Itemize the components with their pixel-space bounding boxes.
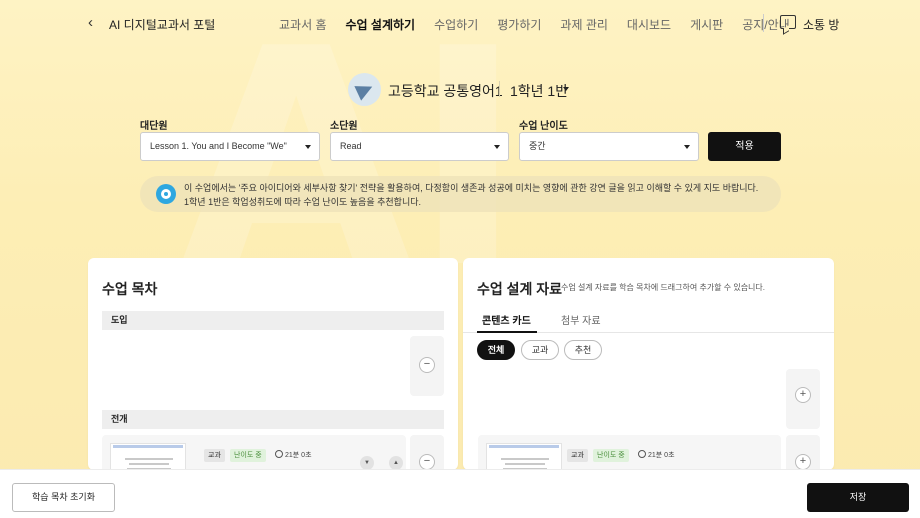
panel-title: 수업 목차	[102, 281, 158, 297]
unit-label: 대단원	[140, 121, 168, 132]
notice-line-1: 이 수업에서는 '주요 아이디어와 세부사항 찾기' 전략을 활용하여, 다정함…	[184, 183, 759, 193]
nav-item-evaluation[interactable]: 평가하기	[497, 16, 541, 33]
nav-item-lesson-design[interactable]: 수업 설계하기	[346, 16, 416, 33]
content-card[interactable]: 교과 난이도 중 21분 0초	[478, 435, 781, 470]
filter-chip-subject[interactable]: 교과	[521, 340, 559, 360]
nav-divider	[763, 14, 764, 32]
add-icon[interactable]: +	[795, 387, 811, 403]
nav-item-textbook-home[interactable]: 교과서 홈	[279, 16, 327, 33]
subunit-select-value: Read	[340, 141, 362, 151]
card-duration: 21분 0초	[638, 449, 675, 462]
move-down-icon[interactable]: ▼	[360, 456, 374, 470]
remove-icon[interactable]: −	[419, 454, 435, 470]
chevron-left-icon[interactable]: ‹	[88, 14, 93, 31]
lesson-toc-panel: 수업 목차 도입 − 전개 교과 난이도 중 21분 0초 ▼ ▲ −	[88, 258, 458, 470]
subunit-select[interactable]: Read	[330, 132, 509, 161]
remove-icon[interactable]: −	[419, 357, 435, 373]
filter-chip-recommended[interactable]: 추천	[564, 340, 602, 360]
course-name: 고등학교 공통영어1	[388, 83, 503, 99]
unit-select-value: Lesson 1. You and I Become "We"	[150, 141, 287, 151]
section-development: 전개	[102, 410, 444, 429]
main-nav: 교과서 홈 수업 설계하기 수업하기 평가하기 과제 관리 대시보드 게시판 공…	[279, 16, 809, 33]
drop-slot[interactable]: −	[410, 435, 444, 470]
notice-text: 이 수업에서는 '주요 아이디어와 세부사항 찾기' 전략을 활용하여, 다정함…	[184, 181, 758, 209]
card-thumbnail	[110, 443, 186, 470]
card-duration: 21분 0초	[275, 449, 312, 462]
difficulty-select[interactable]: 중간	[519, 132, 699, 161]
difficulty-select-value: 중간	[529, 141, 546, 151]
design-materials-panel: 수업 설계 자료 수업 설계 자료를 학습 목차에 드래그하여 추가할 수 있습…	[463, 258, 834, 470]
add-icon[interactable]: +	[795, 454, 811, 470]
chat-room-link[interactable]: 소통 방	[803, 16, 839, 33]
duration-text: 21분 0초	[285, 452, 312, 459]
top-bar: ‹ AI 디지털교과서 포털 교과서 홈 수업 설계하기 수업하기 평가하기 과…	[0, 0, 920, 48]
duration-text: 21분 0초	[648, 452, 675, 459]
caret-down-icon	[684, 145, 690, 149]
clock-icon	[638, 450, 646, 458]
drop-slot[interactable]: +	[786, 369, 820, 429]
notice-line-2: 1학년 1반은 학업성취도에 따라 수업 난이도 높음을 추천합니다.	[184, 197, 422, 207]
caret-down-icon	[494, 145, 500, 149]
nav-item-teaching[interactable]: 수업하기	[434, 16, 478, 33]
nav-item-assignment[interactable]: 과제 관리	[560, 16, 608, 33]
filter-chip-all[interactable]: 전체	[477, 340, 515, 360]
reset-toc-button[interactable]: 학습 목차 초기화	[12, 483, 115, 512]
panel-title: 수업 설계 자료	[477, 281, 563, 297]
section-intro: 도입	[102, 311, 444, 330]
active-tab-indicator	[477, 331, 537, 333]
footer-bar: 학습 목차 초기화 저장	[0, 469, 920, 518]
content-card[interactable]: 교과 난이도 중 21분 0초 ▼ ▲	[102, 435, 406, 470]
recommendation-notice: 이 수업에서는 '주요 아이디어와 세부사항 찾기' 전략을 활용하여, 다정함…	[140, 176, 781, 212]
move-up-icon[interactable]: ▲	[389, 456, 403, 470]
nav-item-dashboard[interactable]: 대시보드	[627, 16, 671, 33]
class-selector[interactable]: 1학년 1반	[510, 81, 568, 101]
tag-subject: 교과	[204, 449, 225, 462]
nav-item-board[interactable]: 게시판	[690, 16, 723, 33]
tag-difficulty: 난이도 중	[230, 449, 266, 462]
ai-assistant-icon	[156, 184, 176, 204]
chat-icon[interactable]	[780, 15, 796, 29]
card-thumbnail	[486, 443, 562, 470]
drop-slot[interactable]: −	[410, 336, 444, 396]
save-button[interactable]: 저장	[807, 483, 909, 512]
clock-icon	[275, 450, 283, 458]
caret-down-icon	[305, 145, 311, 149]
unit-select[interactable]: Lesson 1. You and I Become "We"	[140, 132, 320, 161]
tag-difficulty: 난이도 중	[593, 449, 629, 462]
difficulty-label: 수업 난이도	[519, 121, 568, 132]
course-logo-icon	[348, 73, 381, 106]
panel-subtitle: 수업 설계 자료를 학습 목차에 드래그하여 추가할 수 있습니다.	[561, 283, 766, 292]
tag-subject: 교과	[567, 449, 588, 462]
caret-down-icon[interactable]	[563, 87, 569, 91]
course-divider	[499, 81, 500, 97]
drop-slot[interactable]: +	[786, 435, 820, 470]
apply-button[interactable]: 적용	[708, 132, 781, 161]
tab-attachments[interactable]: 첨부 자료	[561, 312, 601, 327]
portal-title[interactable]: AI 디지털교과서 포털	[109, 16, 215, 33]
tab-content-cards[interactable]: 콘텐츠 카드	[482, 312, 531, 327]
subunit-label: 소단원	[330, 121, 358, 132]
